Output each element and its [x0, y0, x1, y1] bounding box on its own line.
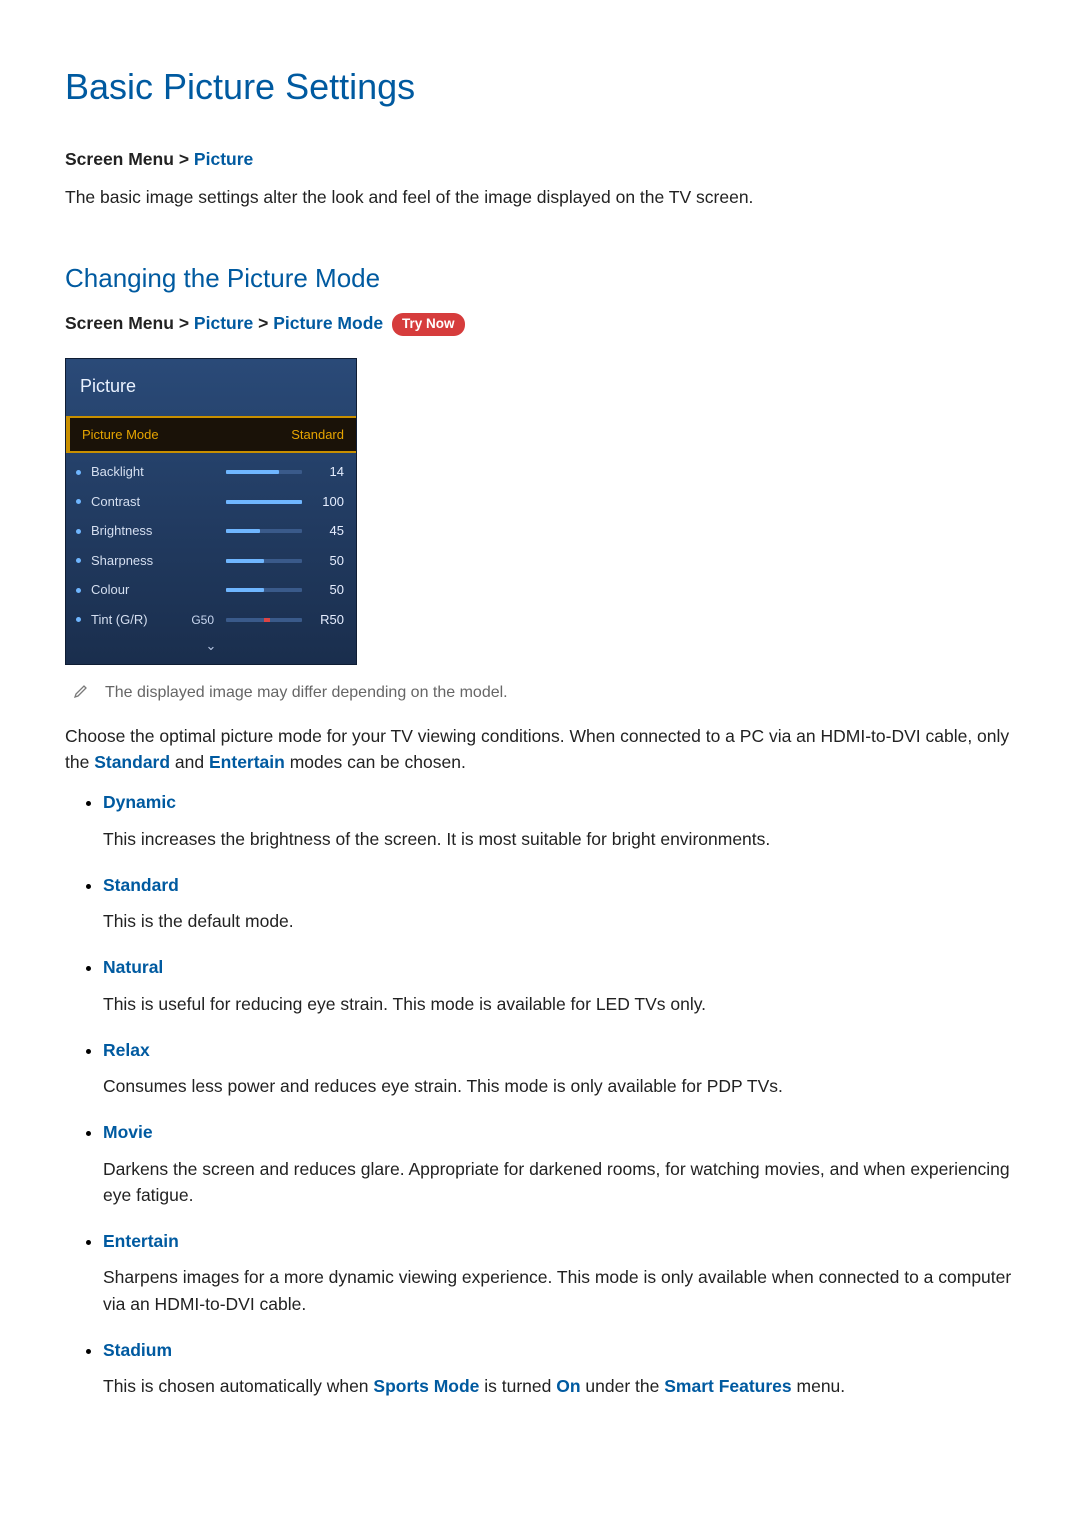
osd-row-value: 14 — [310, 462, 344, 482]
breadcrumb-link-picture[interactable]: Picture — [194, 313, 253, 333]
osd-row-colour[interactable]: Colour 50 — [66, 575, 356, 605]
slider-fill — [226, 588, 264, 592]
osd-row-label: Sharpness — [91, 551, 176, 571]
osd-selected-row[interactable]: Picture Mode Standard — [66, 416, 356, 454]
mode-name-dynamic: Dynamic — [103, 792, 176, 812]
slider-track[interactable] — [226, 588, 302, 592]
osd-row-label: Contrast — [91, 492, 176, 512]
inline-link-entertain[interactable]: Entertain — [209, 752, 285, 772]
inline-link-smart-features[interactable]: Smart Features — [664, 1376, 791, 1396]
note-text: The displayed image may differ depending… — [105, 681, 508, 705]
osd-row-sharpness[interactable]: Sharpness 50 — [66, 546, 356, 576]
pencil-icon — [73, 683, 89, 699]
mode-name-movie: Movie — [103, 1122, 153, 1142]
slider-track[interactable] — [226, 618, 302, 622]
inline-link-sports-mode[interactable]: Sports Mode — [373, 1376, 479, 1396]
list-item: Movie Darkens the screen and reduces gla… — [103, 1119, 1015, 1208]
osd-tint-left: G50 — [184, 611, 218, 629]
tv-osd-panel: Picture Picture Mode Standard Backlight … — [65, 358, 357, 665]
bullet-icon — [76, 588, 81, 593]
osd-row-backlight[interactable]: Backlight 14 — [66, 457, 356, 487]
modes-list: Dynamic This increases the brightness of… — [65, 789, 1015, 1399]
mode-name-standard: Standard — [103, 875, 179, 895]
text: This is chosen automatically when — [103, 1376, 373, 1396]
slider-fill — [264, 618, 270, 622]
osd-title: Picture — [66, 359, 356, 416]
text: modes can be chosen. — [285, 752, 466, 772]
intro-paragraph: The basic image settings alter the look … — [65, 184, 1015, 210]
section-title: Changing the Picture Mode — [65, 259, 1015, 298]
slider-track[interactable] — [226, 470, 302, 474]
slider-fill — [226, 559, 264, 563]
chevron-icon: > — [179, 313, 189, 333]
mode-desc: Consumes less power and reduces eye stra… — [103, 1073, 1015, 1099]
list-item: Stadium This is chosen automatically whe… — [103, 1337, 1015, 1400]
bullet-icon — [76, 499, 81, 504]
mode-name-stadium: Stadium — [103, 1340, 172, 1360]
text: and — [170, 752, 209, 772]
osd-row-value: R50 — [310, 610, 344, 630]
osd-row-tint[interactable]: Tint (G/R) G50 R50 — [66, 605, 356, 635]
osd-row-label: Tint (G/R) — [91, 610, 176, 630]
note: The displayed image may differ depending… — [73, 681, 1015, 705]
breadcrumb: Screen Menu > Picture — [65, 146, 1015, 172]
mode-desc: This increases the brightness of the scr… — [103, 826, 1015, 852]
bullet-icon — [76, 558, 81, 563]
paragraph: Choose the optimal picture mode for your… — [65, 723, 1015, 776]
text: is turned — [479, 1376, 556, 1396]
mode-desc: This is chosen automatically when Sports… — [103, 1373, 1015, 1399]
osd-row-value: 45 — [310, 521, 344, 541]
text: menu. — [792, 1376, 846, 1396]
osd-row-contrast[interactable]: Contrast 100 — [66, 487, 356, 517]
osd-selected-label: Picture Mode — [82, 425, 159, 445]
breadcrumb-item: Screen Menu — [65, 149, 174, 169]
document-page: Basic Picture Settings Screen Menu > Pic… — [0, 0, 1080, 1499]
inline-link-on[interactable]: On — [556, 1376, 580, 1396]
breadcrumb-item: Screen Menu — [65, 313, 174, 333]
bullet-icon — [76, 470, 81, 475]
list-item: Natural This is useful for reducing eye … — [103, 954, 1015, 1017]
page-title: Basic Picture Settings — [65, 60, 1015, 114]
slider-track[interactable] — [226, 529, 302, 533]
try-now-badge[interactable]: Try Now — [392, 313, 465, 336]
slider-fill — [226, 529, 260, 533]
osd-row-label: Backlight — [91, 462, 176, 482]
chevron-icon: > — [258, 313, 268, 333]
breadcrumb: Screen Menu > Picture > Picture Mode Try… — [65, 310, 1015, 336]
osd-row-value: 100 — [310, 492, 344, 512]
slider-fill — [226, 470, 279, 474]
osd-rows: Backlight 14 Contrast 100 Brightness 45 — [66, 453, 356, 664]
osd-row-label: Brightness — [91, 521, 176, 541]
slider-track[interactable] — [226, 500, 302, 504]
osd-row-brightness[interactable]: Brightness 45 — [66, 516, 356, 546]
mode-desc: This is useful for reducing eye strain. … — [103, 991, 1015, 1017]
chevron-icon: > — [179, 149, 189, 169]
mode-desc: This is the default mode. — [103, 908, 1015, 934]
list-item: Relax Consumes less power and reduces ey… — [103, 1037, 1015, 1100]
breadcrumb-link-picture[interactable]: Picture — [194, 149, 253, 169]
chevron-down-icon[interactable]: ⌄ — [66, 634, 356, 662]
osd-row-value: 50 — [310, 580, 344, 600]
list-item: Dynamic This increases the brightness of… — [103, 789, 1015, 852]
osd-row-value: 50 — [310, 551, 344, 571]
mode-name-entertain: Entertain — [103, 1231, 179, 1251]
list-item: Standard This is the default mode. — [103, 872, 1015, 935]
slider-track[interactable] — [226, 559, 302, 563]
bullet-icon — [76, 617, 81, 622]
list-item: Entertain Sharpens images for a more dyn… — [103, 1228, 1015, 1317]
mode-name-relax: Relax — [103, 1040, 150, 1060]
inline-link-standard[interactable]: Standard — [94, 752, 170, 772]
osd-selected-value: Standard — [291, 425, 344, 445]
bullet-icon — [76, 529, 81, 534]
mode-name-natural: Natural — [103, 957, 163, 977]
breadcrumb-link-picture-mode[interactable]: Picture Mode — [273, 313, 383, 333]
mode-desc: Sharpens images for a more dynamic viewi… — [103, 1264, 1015, 1317]
slider-fill — [226, 500, 302, 504]
mode-desc: Darkens the screen and reduces glare. Ap… — [103, 1156, 1015, 1209]
text: under the — [581, 1376, 665, 1396]
osd-row-label: Colour — [91, 580, 176, 600]
